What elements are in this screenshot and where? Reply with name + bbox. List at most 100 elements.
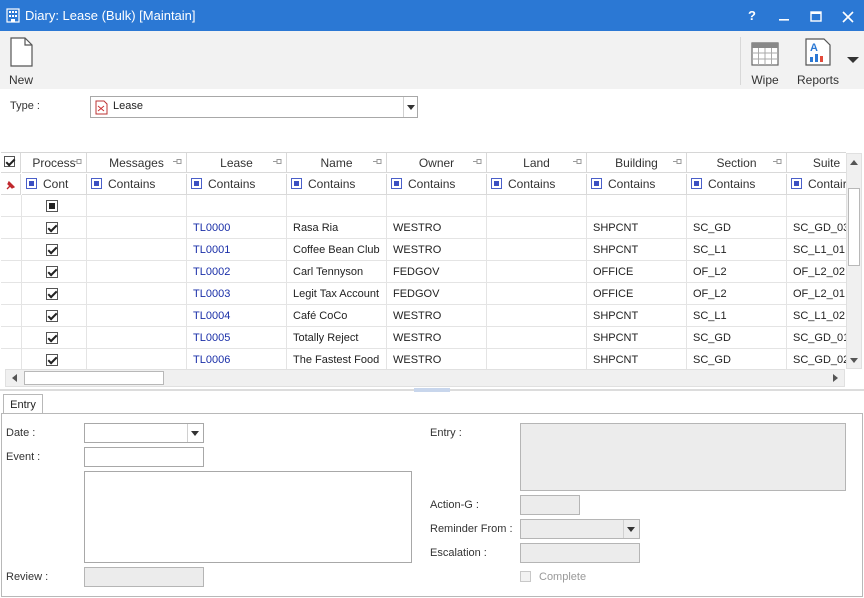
minimize-button[interactable] (768, 0, 800, 31)
tab-entry[interactable]: Entry (3, 394, 43, 414)
table-cell-process[interactable] (22, 239, 87, 261)
filter-operator-icon[interactable] (391, 178, 402, 189)
new-row-cell[interactable] (387, 195, 487, 217)
filter-operator-icon[interactable] (191, 178, 202, 189)
column-header-land[interactable]: Land (487, 153, 587, 173)
new-row-cell[interactable] (187, 195, 287, 217)
scroll-up-icon[interactable] (847, 156, 861, 170)
column-header-lease[interactable]: Lease (187, 153, 287, 173)
column-header-building[interactable]: Building (587, 153, 687, 173)
pin-column-icon[interactable] (273, 157, 282, 166)
new-row-cell[interactable] (22, 195, 87, 217)
help-button[interactable]: ? (736, 0, 768, 31)
event-field[interactable] (84, 447, 204, 467)
table-cell-process[interactable] (22, 327, 87, 349)
column-header-name[interactable]: Name (287, 153, 387, 173)
filter-lease[interactable]: Contains (187, 174, 287, 195)
filter-operator-icon[interactable] (791, 178, 802, 189)
filter-land[interactable]: Contains (487, 174, 587, 195)
table-cell-lease[interactable]: TL0006 (187, 349, 287, 369)
filter-operator-icon[interactable] (291, 178, 302, 189)
row-selector[interactable] (1, 283, 22, 305)
table-cell-process[interactable] (22, 349, 87, 369)
process-checkbox[interactable] (46, 332, 58, 344)
table-cell-process[interactable] (22, 217, 87, 239)
filter-name[interactable]: Contains (287, 174, 387, 195)
row-selector[interactable] (1, 327, 22, 349)
new-row-cell[interactable] (687, 195, 787, 217)
splitter-grip[interactable] (414, 388, 450, 392)
new-row-cell[interactable] (87, 195, 187, 217)
pin-column-icon[interactable] (373, 157, 382, 166)
close-button[interactable] (832, 0, 864, 31)
table-cell-process[interactable] (22, 305, 87, 327)
pin-column-icon[interactable] (73, 157, 82, 166)
complete-label: Complete (539, 571, 587, 583)
event-notes-textarea[interactable] (84, 471, 412, 563)
maximize-button[interactable] (800, 0, 832, 31)
grid-horizontal-scrollbar[interactable] (5, 369, 845, 387)
column-header-section[interactable]: Section (687, 153, 787, 173)
row-selector[interactable] (1, 305, 22, 327)
pin-column-icon[interactable] (773, 157, 782, 166)
date-field[interactable] (84, 423, 204, 443)
filter-process[interactable]: Cont (22, 174, 87, 195)
pin-column-icon[interactable] (573, 157, 582, 166)
table-cell-process[interactable] (22, 261, 87, 283)
new-row-cell[interactable] (587, 195, 687, 217)
table-cell-lease[interactable]: TL0002 (187, 261, 287, 283)
process-checkbox[interactable] (46, 354, 58, 366)
select-all-checkbox[interactable] (4, 156, 15, 167)
filter-building[interactable]: Contains (587, 174, 687, 195)
wipe-button[interactable]: Wipe (746, 35, 784, 89)
new-row-cell[interactable] (287, 195, 387, 217)
table-cell-lease[interactable]: TL0001 (187, 239, 287, 261)
type-select[interactable]: Lease (90, 96, 418, 118)
filter-operator-icon[interactable] (691, 178, 702, 189)
filter-owner[interactable]: Contains (387, 174, 487, 195)
date-dropdown-icon[interactable] (187, 424, 203, 442)
process-checkbox[interactable] (46, 310, 58, 322)
scroll-left-icon[interactable] (8, 371, 22, 385)
scroll-right-icon[interactable] (828, 371, 842, 385)
filter-operator-icon[interactable] (91, 178, 102, 189)
new-row-process-checkbox[interactable] (46, 200, 58, 212)
column-header-process[interactable]: Process (22, 153, 87, 173)
column-header-suite[interactable]: Suite (787, 153, 846, 173)
reports-button[interactable]: A Reports (794, 35, 842, 89)
toolbar-overflow-icon[interactable] (846, 55, 860, 65)
column-header-owner[interactable]: Owner (387, 153, 487, 173)
pin-column-icon[interactable] (173, 157, 182, 166)
pin-column-icon[interactable] (673, 157, 682, 166)
filter-messages[interactable]: Contains (87, 174, 187, 195)
new-button[interactable]: New (2, 35, 40, 89)
table-cell-lease[interactable]: TL0000 (187, 217, 287, 239)
column-header-messages[interactable]: Messages (87, 153, 187, 173)
horizontal-scroll-thumb[interactable] (24, 371, 164, 385)
filter-operator-icon[interactable] (26, 178, 37, 189)
process-checkbox[interactable] (46, 222, 58, 234)
new-row-cell[interactable] (487, 195, 587, 217)
new-row-cell[interactable] (787, 195, 846, 217)
row-selector[interactable] (1, 261, 22, 283)
row-selector[interactable] (1, 239, 22, 261)
filter-suite[interactable]: Contair (787, 174, 846, 195)
select-all-header[interactable] (1, 153, 21, 173)
scroll-down-icon[interactable] (847, 353, 861, 367)
pin-column-icon[interactable] (473, 157, 482, 166)
filter-operator-icon[interactable] (491, 178, 502, 189)
table-cell-lease[interactable]: TL0004 (187, 305, 287, 327)
vertical-scroll-thumb[interactable] (848, 188, 860, 266)
filter-operator-icon[interactable] (591, 178, 602, 189)
process-checkbox[interactable] (46, 244, 58, 256)
table-cell-lease[interactable]: TL0005 (187, 327, 287, 349)
table-cell-lease[interactable]: TL0003 (187, 283, 287, 305)
table-cell-process[interactable] (22, 283, 87, 305)
chevron-down-icon[interactable] (403, 97, 417, 117)
row-selector[interactable] (1, 217, 22, 239)
row-selector[interactable] (1, 349, 22, 369)
filter-section[interactable]: Contains (687, 174, 787, 195)
process-checkbox[interactable] (46, 266, 58, 278)
process-checkbox[interactable] (46, 288, 58, 300)
grid-vertical-scrollbar[interactable] (846, 153, 862, 369)
